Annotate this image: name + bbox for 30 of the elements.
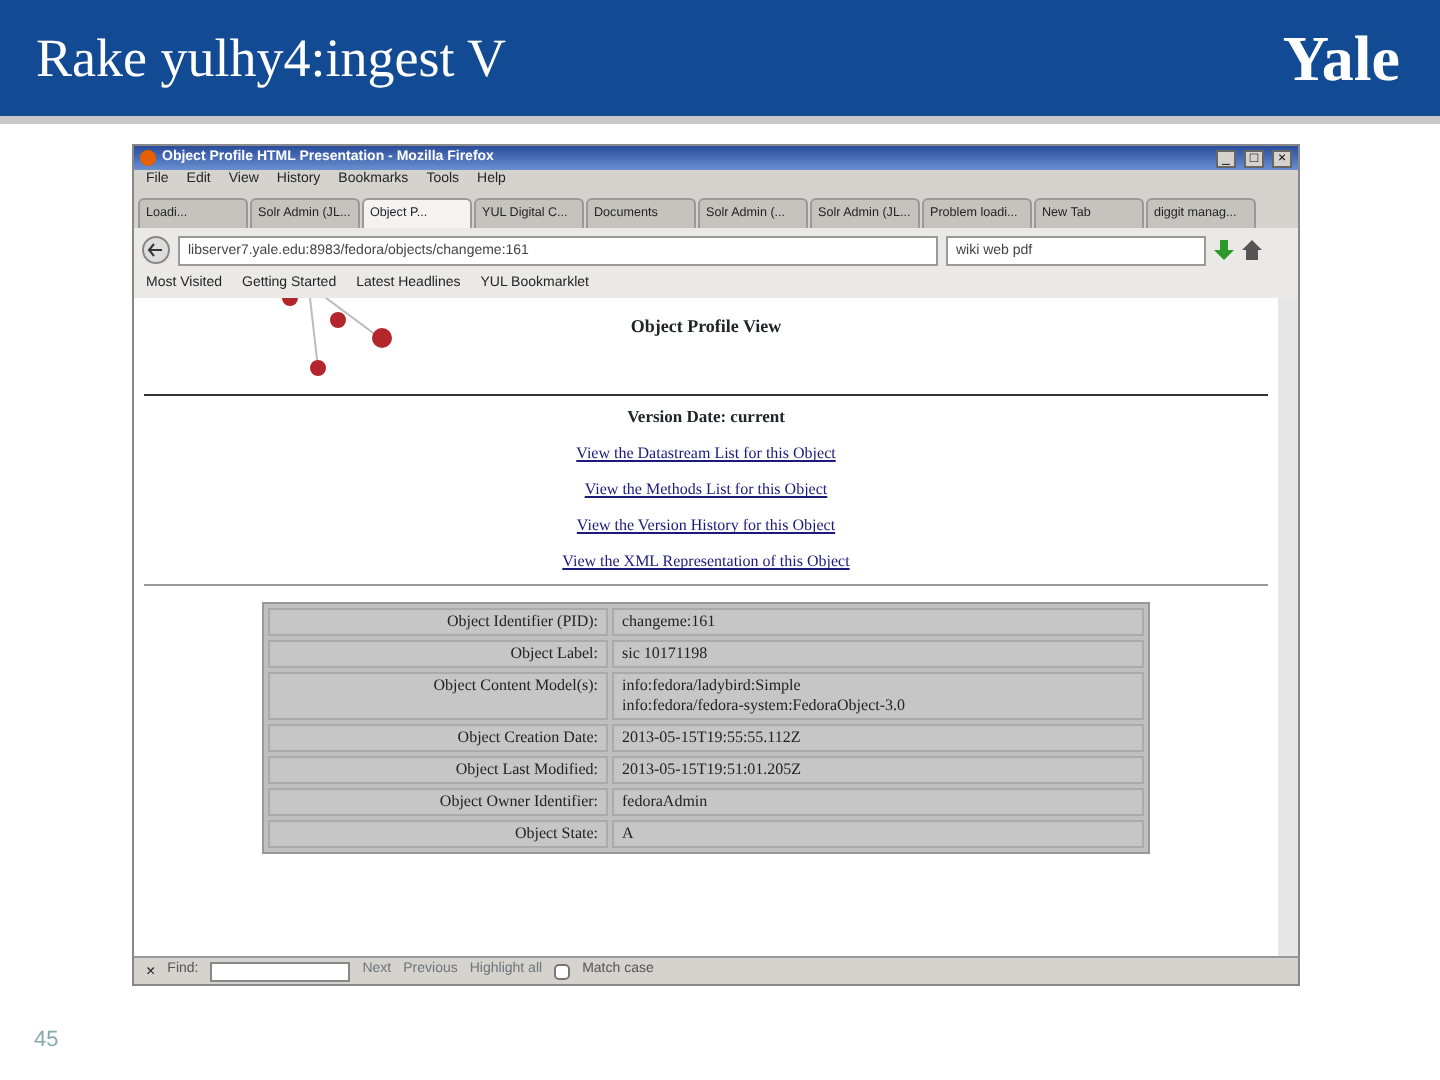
field-label: Object Last Modified: [268,756,608,785]
field-value: sic 10171198 [612,640,1144,669]
download-icon[interactable] [1214,240,1234,260]
logo: Yale [1282,20,1400,98]
close-button[interactable]: × [146,959,156,983]
slide-title: Rake yulhy4:ingest V [36,25,506,92]
field-value: 2013-05-15T19:55:55.112Z [612,724,1144,753]
field-label: Object Identifier (PID): [268,608,608,637]
page-link[interactable]: View the XML Representation of this Object [562,550,850,575]
page-link[interactable]: View the Datastream List for this Object [576,442,836,467]
field-value: 2013-05-15T19:51:01.205Z [612,756,1144,785]
page-heading: Object Profile View [630,314,782,340]
page-number: 45 [34,1026,59,1056]
page-link[interactable]: View the Methods List for this Object [584,478,828,503]
field-value: changeme:161 [612,608,1144,637]
field-label: Object State: [268,820,608,849]
field-label: Object Content Model(s): [268,672,608,721]
field-label: Object Creation Date: [268,724,608,753]
back-icon[interactable] [142,236,170,264]
home-icon[interactable] [1242,240,1262,260]
firefox-icon [140,150,156,166]
field-value: fedoraAdmin [612,788,1144,817]
field-value: A [612,820,1144,849]
page-link[interactable]: View the Version History for this Object [576,514,836,539]
find-field[interactable] [210,961,351,981]
match-case-checkbox[interactable] [554,963,571,979]
field-value: info:fedora/ladybird:Simple info:fedora/fedora-system:FedoraObject-3.0 [612,672,1144,721]
field-label: Object Label: [268,640,608,669]
field-label: Object Owner Identifier: [268,788,608,817]
version-date: Version Date: current [627,403,785,429]
